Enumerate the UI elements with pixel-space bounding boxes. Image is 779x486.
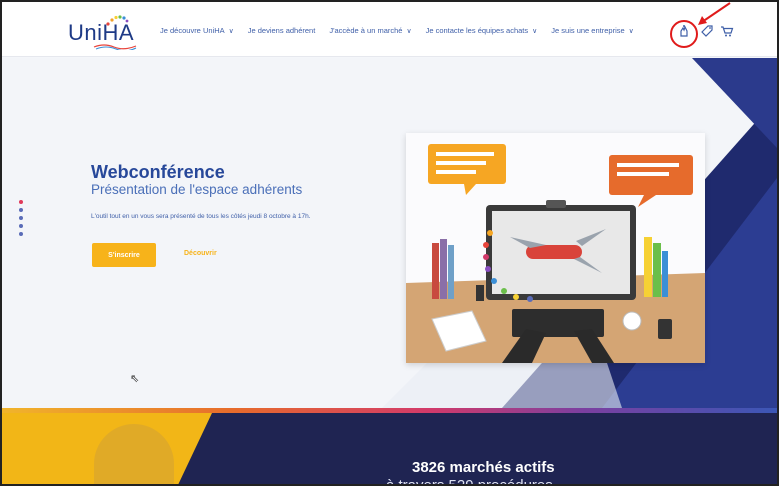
browser-frame: UniHA Je découvre UniHA ∨ Je deviens adh… bbox=[0, 0, 779, 486]
nav-item-contacte[interactable]: Je contacte les équipes achats ∨ bbox=[426, 26, 538, 35]
uniha-logo[interactable]: UniHA bbox=[68, 15, 148, 50]
stats-band: 3826 marchés actifs à travers 529 procéd… bbox=[2, 408, 777, 486]
carousel-pagination bbox=[19, 200, 23, 236]
hero-title: Webconférence bbox=[91, 162, 225, 182]
nav-item-label: Je suis une entreprise bbox=[551, 26, 625, 35]
annotation-arrow-icon bbox=[698, 2, 731, 25]
nav-item-label: Je découvre UniHA bbox=[160, 26, 225, 35]
nav-item-adherent[interactable]: Je deviens adhérent bbox=[248, 26, 316, 35]
nav-item-label: J'accède à un marché bbox=[329, 26, 403, 35]
nav-item-entreprise[interactable]: Je suis une entreprise ∨ bbox=[551, 26, 634, 35]
site-header: UniHA Je découvre UniHA ∨ Je deviens adh… bbox=[2, 2, 777, 57]
carousel-dot[interactable] bbox=[19, 208, 23, 212]
color-stripe bbox=[2, 408, 777, 413]
nav-item-decouvre[interactable]: Je découvre UniHA ∨ bbox=[160, 26, 234, 35]
chevron-down-icon: ∨ bbox=[228, 27, 234, 35]
chevron-down-icon: ∨ bbox=[406, 27, 412, 35]
nav-item-label: Je deviens adhérent bbox=[247, 26, 316, 35]
stats-subtitle: à travers 529 procédures bbox=[386, 477, 553, 486]
stats-title: 3826 marchés actifs bbox=[412, 459, 555, 476]
discover-link[interactable]: Découvrir bbox=[184, 250, 217, 257]
register-button[interactable]: S'inscrire bbox=[92, 243, 156, 267]
nav-item-marche[interactable]: J'accède à un marché ∨ bbox=[329, 26, 411, 35]
nav-item-label: Je contacte les équipes achats bbox=[425, 26, 529, 35]
chevron-down-icon: ∨ bbox=[628, 27, 634, 35]
main-nav: Je découvre UniHA ∨ Je deviens adhérent … bbox=[160, 26, 648, 35]
hero-illustration bbox=[406, 133, 705, 363]
mouse-cursor-icon: ⇖ bbox=[130, 373, 140, 385]
logo-wave-icon bbox=[93, 44, 137, 50]
hero-carousel: Webconférence Présentation de l'espace a… bbox=[2, 58, 777, 408]
hero-description: L'outil tout en un vous sera présenté de… bbox=[91, 213, 311, 220]
carousel-dot[interactable] bbox=[19, 200, 23, 204]
hero-subtitle: Présentation de l'espace adhérents bbox=[91, 182, 303, 197]
desk-illustration bbox=[406, 133, 705, 363]
chevron-down-icon: ∨ bbox=[532, 27, 538, 35]
carousel-dot[interactable] bbox=[19, 224, 23, 228]
carousel-dot[interactable] bbox=[19, 216, 23, 220]
carousel-dot[interactable] bbox=[19, 232, 23, 236]
